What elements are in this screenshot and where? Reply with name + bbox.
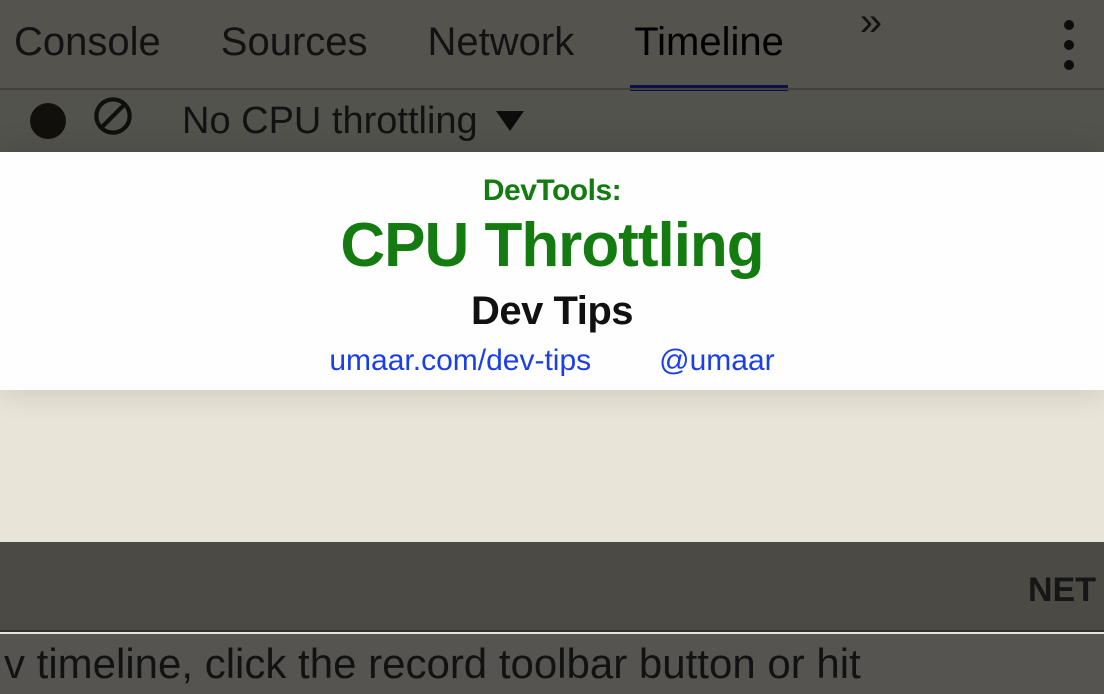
- cpu-throttling-label: No CPU throttling: [182, 100, 478, 143]
- pretitle-text: DevTools:: [483, 174, 621, 208]
- hint-text: v timeline, click the record toolbar but…: [4, 640, 861, 688]
- kebab-menu-icon[interactable]: [1044, 20, 1094, 70]
- clear-icon[interactable]: [92, 95, 134, 147]
- net-label: NET: [1028, 571, 1096, 610]
- tab-console[interactable]: Console: [10, 0, 165, 91]
- timeline-overview-strip: NET: [0, 542, 1104, 632]
- cpu-throttling-select[interactable]: No CPU throttling: [182, 100, 524, 143]
- record-button-icon[interactable]: [30, 103, 66, 139]
- site-link[interactable]: umaar.com/dev-tips: [329, 344, 591, 378]
- devtools-tab-bar: Console Sources Network Timeline »: [0, 0, 1104, 90]
- timeline-toolbar: No CPU throttling: [0, 90, 1104, 152]
- main-title-text: CPU Throttling: [340, 210, 763, 281]
- chevron-down-icon: [496, 111, 524, 131]
- tab-timeline[interactable]: Timeline: [630, 0, 788, 91]
- tab-network[interactable]: Network: [424, 0, 579, 91]
- title-card: DevTools: CPU Throttling Dev Tips umaar.…: [0, 152, 1104, 390]
- hint-text-row: v timeline, click the record toolbar but…: [0, 634, 1104, 694]
- twitter-handle-link[interactable]: @umaar: [659, 344, 775, 378]
- subtitle-text: Dev Tips: [471, 289, 633, 334]
- tab-sources[interactable]: Sources: [217, 0, 372, 91]
- more-tabs-button[interactable]: »: [840, 0, 902, 91]
